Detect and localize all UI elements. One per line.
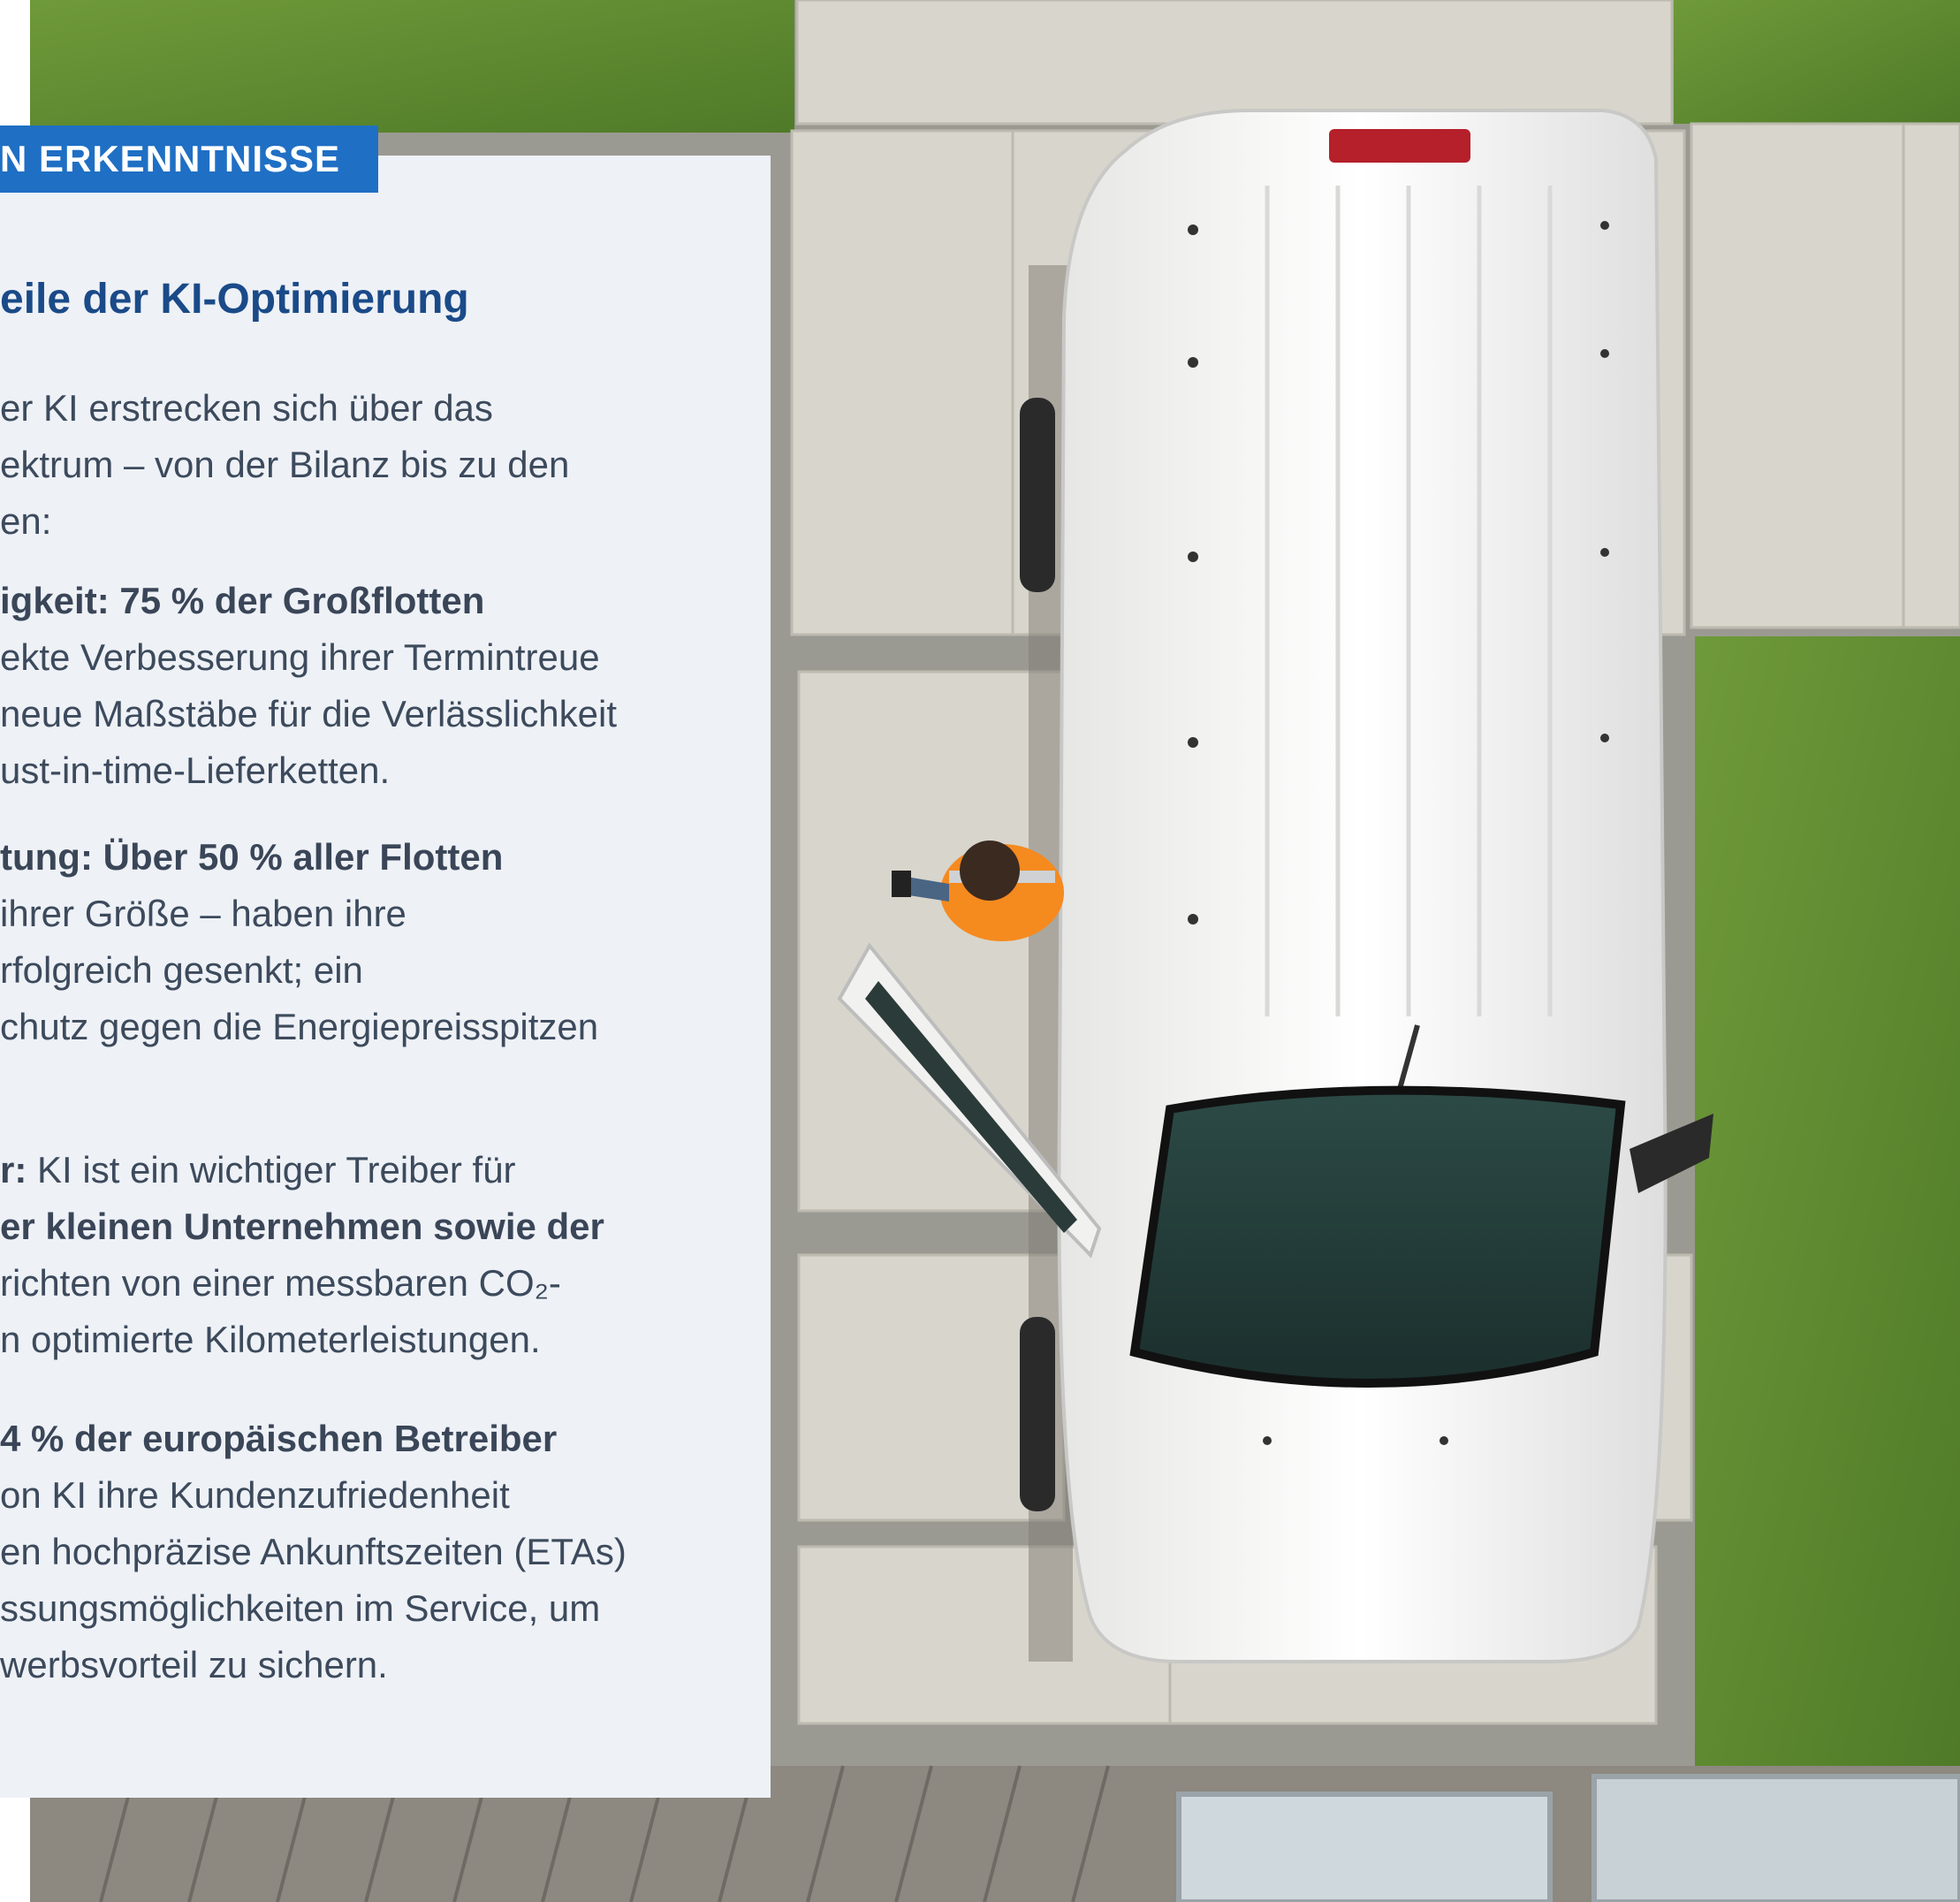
insight-heading: igkeit: 75 % der Großflotten — [0, 580, 485, 621]
insight-line: KI ist ein wichtiger Treiber für — [27, 1149, 516, 1191]
insight-line: en hochpräzise Ankunftszeiten (ETAs) — [0, 1531, 627, 1572]
insight-line: werbsvorteil zu sichern. — [0, 1644, 388, 1685]
section-badge: N ERKENNTNISSE — [0, 126, 378, 193]
insight-line: n optimierte Kilometerleistungen. — [0, 1319, 541, 1360]
card-body: er KI erstrecken sich über das ektrum – … — [0, 380, 733, 1716]
insight-item-costs: tung: Über 50 % aller Flotten ihrer Größ… — [0, 829, 733, 1055]
card-title: eile der KI-Optimierung — [0, 276, 469, 323]
insights-card: eile der KI-Optimierung er KI erstrecken… — [0, 156, 771, 1798]
insight-heading: er kleinen Unternehmen sowie der — [0, 1206, 604, 1247]
insight-item-sustainability: r: KI ist ein wichtiger Treiber für er k… — [0, 1142, 733, 1368]
intro-line: er KI erstrecken sich über das — [0, 387, 493, 429]
insight-first-line: r: KI ist ein wichtiger Treiber für — [0, 1142, 733, 1198]
insight-heading: 4 % der europäischen Betreiber — [0, 1418, 558, 1459]
insight-line: ihrer Größe – haben ihre — [0, 893, 406, 934]
intro-paragraph: er KI erstrecken sich über das ektrum – … — [0, 380, 733, 550]
insight-line: chutz gegen die Energiepreisspitzen — [0, 1006, 599, 1047]
insight-line: rfolgreich gesenkt; ein — [0, 949, 363, 991]
insight-line: ust-in-time-Lieferketten. — [0, 749, 391, 791]
insight-line: neue Maßstäbe für die Verlässlichkeit — [0, 693, 618, 734]
insight-heading: tung: Über 50 % aller Flotten — [0, 836, 504, 878]
insight-line: on KI ihre Kundenzufriedenheit — [0, 1474, 510, 1516]
insight-item-punctuality: igkeit: 75 % der Großflotten ekte Verbes… — [0, 573, 733, 799]
insight-line: richten von einer messbaren CO₂- — [0, 1262, 561, 1304]
insight-heading: r: — [0, 1149, 27, 1191]
insight-line: ekte Verbesserung ihrer Termintreue — [0, 636, 600, 678]
insight-item-customer: 4 % der europäischen Betreiber on KI ihr… — [0, 1411, 733, 1693]
intro-line: en: — [0, 500, 52, 542]
insight-line: ssungsmöglichkeiten im Service, um — [0, 1587, 601, 1629]
intro-line: ektrum – von der Bilanz bis zu den — [0, 444, 570, 485]
